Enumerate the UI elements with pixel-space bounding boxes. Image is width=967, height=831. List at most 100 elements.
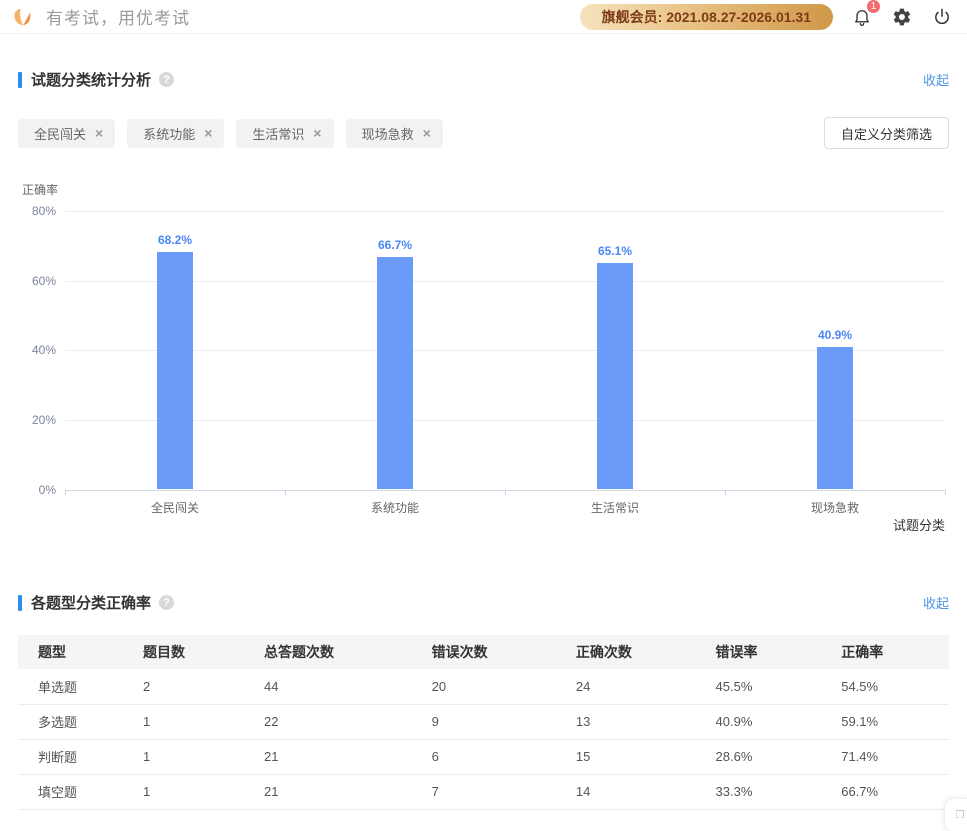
table-header-cell: 总答题次数 xyxy=(260,635,428,669)
table-cell: 20 xyxy=(428,669,572,704)
table-cell: 59.1% xyxy=(837,704,949,739)
table-cell: 1 xyxy=(139,739,260,774)
chart-y-axis-title: 正确率 xyxy=(22,181,58,198)
tag-close-icon[interactable]: × xyxy=(95,126,103,140)
table-header-cell: 题目数 xyxy=(139,635,260,669)
filter-tag-label: 全民闯关 xyxy=(34,124,86,143)
filter-tag: 现场急救 × xyxy=(346,119,443,148)
x-axis-tick-mark xyxy=(285,490,286,495)
table-header-cell: 正确率 xyxy=(837,635,949,669)
custom-filter-button[interactable]: 自定义分类筛选 xyxy=(824,117,949,149)
table-cell: 1 xyxy=(139,704,260,739)
table-cell: 28.6% xyxy=(712,739,838,774)
tag-close-icon[interactable]: × xyxy=(313,126,321,140)
settings-button[interactable] xyxy=(891,6,913,28)
bar-value-label: 40.9% xyxy=(795,328,875,342)
table-cell: 21 xyxy=(260,774,428,809)
section1-collapse-link[interactable]: 收起 xyxy=(923,70,949,89)
filter-tag-label: 生活常识 xyxy=(252,124,304,143)
help-icon[interactable]: ? xyxy=(159,72,174,87)
section1-title: 试题分类统计分析 xyxy=(31,69,151,90)
y-axis-tick-label: 60% xyxy=(0,274,56,288)
help-icon[interactable]: ? xyxy=(159,595,174,610)
filter-tag: 全民闯关 × xyxy=(18,119,115,148)
filter-tag-label: 系统功能 xyxy=(143,124,195,143)
notification-count-badge: 1 xyxy=(866,0,881,14)
chart-x-axis-title: 试题分类 xyxy=(893,515,945,534)
table-cell: 9 xyxy=(428,704,572,739)
question-type-cell: 判断题 xyxy=(18,739,139,774)
table-cell: 21 xyxy=(260,739,428,774)
filter-tag: 系统功能 × xyxy=(127,119,224,148)
section1-accent-bar xyxy=(18,72,22,88)
notification-bell-button[interactable]: 1 xyxy=(851,6,873,28)
table-header-cell: 错误次数 xyxy=(428,635,572,669)
table-row: 多选题12291340.9%59.1% xyxy=(18,704,949,739)
table-cell: 54.5% xyxy=(837,669,949,704)
section2-title: 各题型分类正确率 xyxy=(31,592,151,613)
table-cell: 6 xyxy=(428,739,572,774)
filter-tags-row: 全民闯关 × 系统功能 × 生活常识 × 现场急救 × 自定义分类筛选 xyxy=(18,117,949,149)
x-axis-tick-mark xyxy=(65,490,66,495)
accuracy-bar-chart: 正确率 试题分类 80%60%40%20%0%68.2%全民闯关66.7%系统功… xyxy=(0,177,967,532)
question-type-accuracy-table: 题型题目数总答题次数错误次数正确次数错误率正确率 单选题244202445.5%… xyxy=(18,635,949,810)
table-cell: 1 xyxy=(139,774,260,809)
table-cell: 71.4% xyxy=(837,739,949,774)
gridline xyxy=(65,211,945,212)
tag-close-icon[interactable]: × xyxy=(423,126,431,140)
table-cell: 33.3% xyxy=(712,774,838,809)
app-title: 有考试，用优考试 xyxy=(46,4,190,29)
question-type-cell: 填空题 xyxy=(18,774,139,809)
filter-tag-label: 现场急救 xyxy=(362,124,414,143)
bar-1[interactable] xyxy=(157,252,193,489)
filter-tags: 全民闯关 × 系统功能 × 生活常识 × 现场急救 × xyxy=(18,119,455,148)
filter-tag: 生活常识 × xyxy=(236,119,333,148)
x-axis-category-label: 系统功能 xyxy=(325,499,465,516)
top-header: 有考试，用优考试 旗舰会员: 2021.08.27-2026.01.31 1 xyxy=(0,0,967,34)
question-type-cell: 多选题 xyxy=(18,704,139,739)
table-cell: 22 xyxy=(260,704,428,739)
bar-3[interactable] xyxy=(597,263,633,490)
x-axis-category-label: 现场急救 xyxy=(765,499,905,516)
floating-widget-button[interactable]: ❐ xyxy=(945,799,967,831)
gridline xyxy=(65,281,945,282)
table-cell: 15 xyxy=(572,739,712,774)
tag-close-icon[interactable]: × xyxy=(204,126,212,140)
question-type-table-wrap: 题型题目数总答题次数错误次数正确次数错误率正确率 单选题244202445.5%… xyxy=(18,635,949,810)
bar-4[interactable] xyxy=(817,347,853,489)
membership-badge[interactable]: 旗舰会员: 2021.08.27-2026.01.31 xyxy=(580,4,833,30)
header-actions: 旗舰会员: 2021.08.27-2026.01.31 1 xyxy=(580,4,953,30)
y-axis-tick-label: 0% xyxy=(0,483,56,497)
bar-value-label: 65.1% xyxy=(575,244,655,258)
gridline xyxy=(65,420,945,421)
table-cell: 40.9% xyxy=(712,704,838,739)
table-header-cell: 题型 xyxy=(18,635,139,669)
x-axis-category-label: 生活常识 xyxy=(545,499,685,516)
table-row: 填空题12171433.3%66.7% xyxy=(18,774,949,809)
power-icon xyxy=(932,7,952,27)
table-cell: 13 xyxy=(572,704,712,739)
y-axis-tick-label: 40% xyxy=(0,343,56,357)
section2-collapse-link[interactable]: 收起 xyxy=(923,593,949,612)
y-axis-tick-label: 20% xyxy=(0,413,56,427)
y-axis-tick-label: 80% xyxy=(0,204,56,218)
table-cell: 45.5% xyxy=(712,669,838,704)
table-cell: 44 xyxy=(260,669,428,704)
table-cell: 14 xyxy=(572,774,712,809)
table-cell: 24 xyxy=(572,669,712,704)
bar-value-label: 66.7% xyxy=(355,238,435,252)
table-cell: 2 xyxy=(139,669,260,704)
table-cell: 66.7% xyxy=(837,774,949,809)
table-cell: 7 xyxy=(428,774,572,809)
logout-button[interactable] xyxy=(931,6,953,28)
table-header-row: 题型题目数总答题次数错误次数正确次数错误率正确率 xyxy=(18,635,949,669)
app-logo-icon xyxy=(10,5,34,29)
table-header-cell: 错误率 xyxy=(712,635,838,669)
bar-value-label: 68.2% xyxy=(135,233,215,247)
section1-header: 试题分类统计分析 ? 收起 xyxy=(0,69,967,90)
table-row: 判断题12161528.6%71.4% xyxy=(18,739,949,774)
bar-2[interactable] xyxy=(377,257,413,489)
x-axis-tick-mark xyxy=(505,490,506,495)
gridline xyxy=(65,350,945,351)
gear-icon xyxy=(892,7,912,27)
